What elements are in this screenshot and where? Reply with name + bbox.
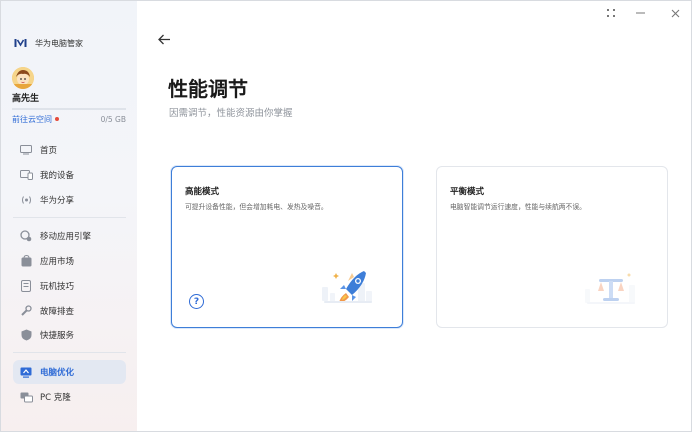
- cloud-row: 前往云空间 0/5 GB: [12, 113, 126, 125]
- cloud-space-link[interactable]: 前往云空间: [12, 114, 52, 125]
- sidebar-item-label: 电脑优化: [40, 368, 75, 378]
- sidebar-item-label: 应用市场: [40, 257, 75, 267]
- share-icon: [19, 193, 33, 207]
- sidebar-item-label: PC 克隆: [40, 393, 71, 403]
- sidebar-item-label: 故障排查: [40, 307, 75, 317]
- pc-clone-icon: [19, 390, 33, 404]
- mode-card-high-performance[interactable]: 高能模式 可提升设备性能，但会增加耗电、发热及噪音。 ?: [171, 166, 403, 328]
- storage-usage: 0/5 GB: [100, 114, 126, 124]
- notification-dot: [55, 117, 59, 121]
- sidebar-item-service[interactable]: 快捷服务: [13, 323, 126, 347]
- sidebar-item-label: 移动应用引擎: [40, 232, 92, 242]
- avatar[interactable]: [12, 67, 34, 89]
- sidebar: 华为电脑管家 高先生 前往云空间 0/5 GB 首页 我的设备 华为分享 移动应…: [1, 1, 137, 431]
- sidebar-item-label: 玩机技巧: [40, 282, 75, 292]
- troubleshoot-icon: [19, 304, 33, 318]
- mode-description: 电脑智能调节运行速度，性能与续航两不误。: [450, 203, 586, 211]
- back-arrow-icon[interactable]: [155, 30, 173, 48]
- app-market-icon: [19, 254, 33, 268]
- devices-icon: [19, 168, 33, 182]
- sidebar-item-app-market[interactable]: 应用市场: [13, 249, 126, 273]
- sidebar-item-troubleshoot[interactable]: 故障排查: [13, 299, 126, 323]
- sidebar-item-devices[interactable]: 我的设备: [13, 163, 126, 187]
- page-subtitle: 因需调节，性能资源由你掌握: [169, 108, 293, 119]
- sidebar-item-share[interactable]: 华为分享: [13, 188, 126, 212]
- optimize-icon: [19, 365, 33, 379]
- brand: 华为电脑管家: [13, 35, 83, 51]
- app-engine-icon: [19, 229, 33, 243]
- home-icon: [19, 143, 33, 157]
- tips-icon: [19, 279, 33, 293]
- page-title: 性能调节: [168, 77, 248, 101]
- mode-description: 可提升设备性能，但会增加耗电、发热及噪音。: [185, 203, 328, 211]
- storage-bar: [12, 108, 126, 110]
- help-icon[interactable]: ?: [189, 294, 204, 309]
- brand-name: 华为电脑管家: [35, 38, 83, 48]
- app-window: 华为电脑管家 高先生 前往云空间 0/5 GB 首页 我的设备 华为分享 移动应…: [0, 0, 692, 432]
- sidebar-divider: [13, 352, 126, 353]
- minimize-icon[interactable]: [633, 6, 647, 20]
- sidebar-item-label: 首页: [40, 146, 58, 156]
- sidebar-divider: [13, 217, 126, 218]
- huawei-logo-icon: [13, 37, 27, 49]
- rocket-icon: [314, 265, 378, 315]
- mode-title: 高能模式: [185, 187, 220, 197]
- sidebar-item-label: 快捷服务: [40, 331, 75, 341]
- mode-title: 平衡模式: [450, 187, 485, 197]
- sidebar-item-label: 我的设备: [40, 171, 75, 181]
- balance-scale-icon: [579, 265, 643, 315]
- restore-icon[interactable]: [604, 6, 618, 20]
- service-icon: [19, 328, 33, 342]
- sidebar-item-tips[interactable]: 玩机技巧: [13, 274, 126, 298]
- sidebar-item-app-engine[interactable]: 移动应用引擎: [13, 224, 126, 248]
- sidebar-item-label: 华为分享: [40, 196, 75, 206]
- sidebar-item-home[interactable]: 首页: [13, 138, 126, 162]
- sidebar-item-optimize[interactable]: 电脑优化: [13, 360, 126, 384]
- mode-card-balanced[interactable]: 平衡模式 电脑智能调节运行速度，性能与续航两不误。: [436, 166, 668, 328]
- username: 高先生: [12, 94, 40, 104]
- close-icon[interactable]: [668, 6, 682, 20]
- sidebar-item-pc-clone[interactable]: PC 克隆: [13, 385, 126, 409]
